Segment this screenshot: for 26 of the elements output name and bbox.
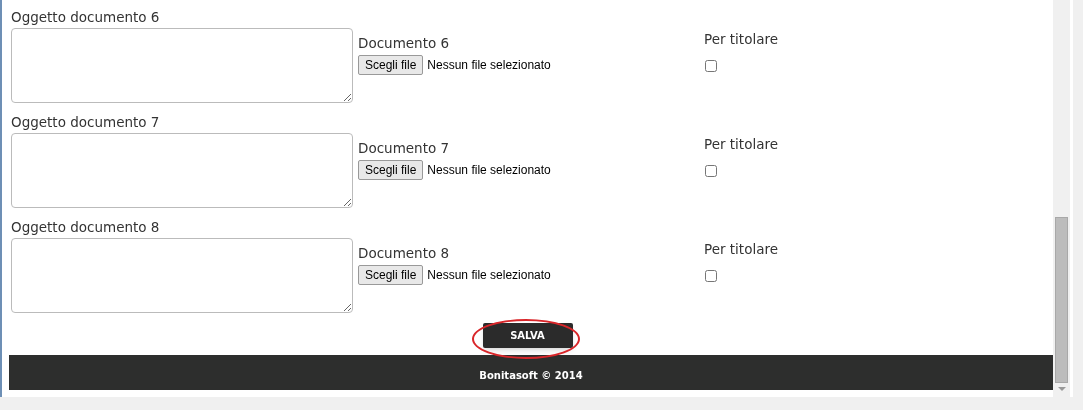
save-button[interactable]: SALVA (482, 322, 573, 348)
field-label: Per titolare (704, 30, 778, 49)
file-status-text: Nessun file selezionato (427, 267, 551, 284)
footer-text: Bonitasoft © 2014 (479, 368, 583, 383)
field-label: Documento 6 (358, 34, 451, 53)
choose-file-button[interactable]: Scegli file (358, 55, 424, 75)
checkbox[interactable] (705, 165, 717, 177)
field-label: Per titolare (704, 135, 778, 154)
scrollbar[interactable] (1053, 0, 1070, 397)
choose-file-button[interactable]: Scegli file (358, 160, 424, 180)
file-status-text: Nessun file selezionato (427, 57, 551, 74)
scroll-down-icon[interactable] (1057, 387, 1066, 391)
textarea-field[interactable] (11, 133, 353, 208)
choose-file-button[interactable]: Scegli file (358, 265, 424, 285)
file-status-text: Nessun file selezionato (427, 162, 551, 179)
field-label: Oggetto documento 6 (11, 8, 161, 27)
checkbox[interactable] (705, 60, 717, 72)
field-label: Documento 7 (358, 139, 451, 158)
scrollbar-thumb[interactable] (1055, 217, 1068, 383)
checkbox[interactable] (705, 270, 717, 282)
field-label: Documento 8 (358, 244, 451, 263)
textarea-field[interactable] (11, 238, 353, 313)
field-label: Per titolare (704, 240, 778, 259)
field-label: Oggetto documento 8 (11, 218, 161, 237)
field-label: Oggetto documento 7 (11, 113, 161, 132)
textarea-field[interactable] (11, 28, 353, 103)
